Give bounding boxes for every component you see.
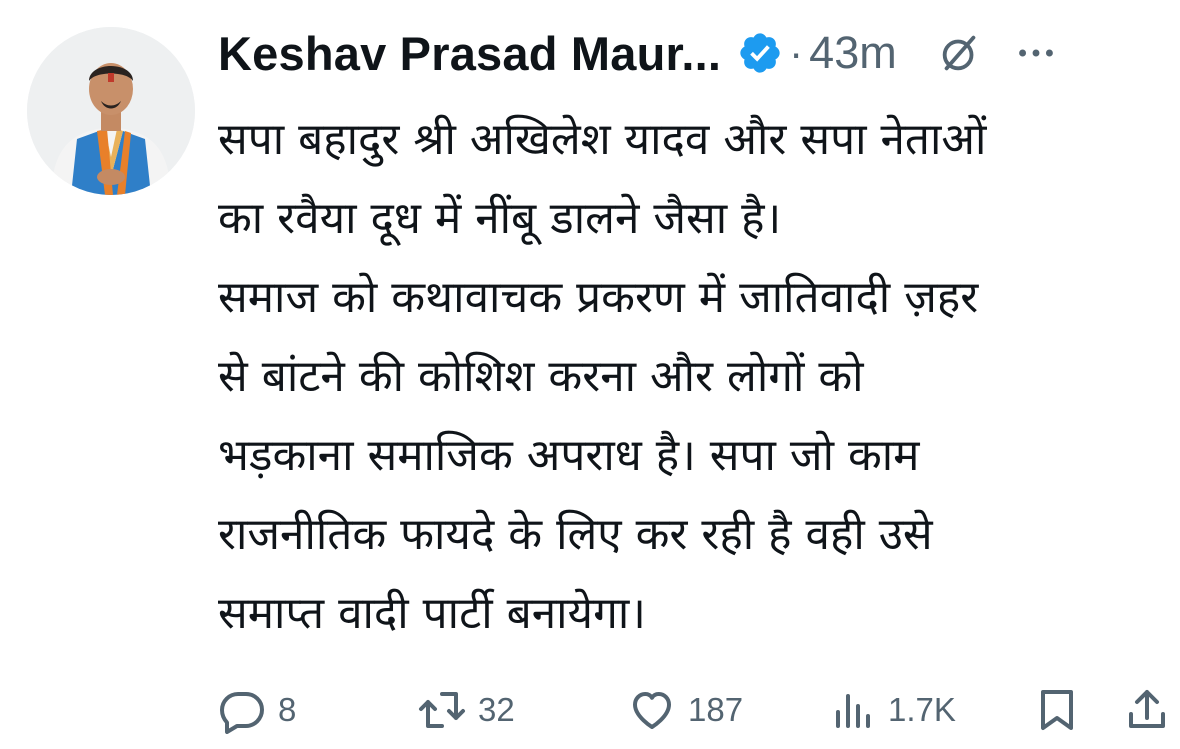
author-display-name[interactable]: Keshav Prasad Maur... xyxy=(218,26,721,81)
post-header: Keshav Prasad Maur... · 43m xyxy=(218,18,1178,88)
verified-badge-icon[interactable] xyxy=(737,30,783,76)
post-text: सपा बहादुर श्री अखिलेश यादव और सपा नेताओ… xyxy=(218,100,1178,653)
views-count: 1.7K xyxy=(888,691,956,728)
post-text-line: समाप्त वादी पार्टी बनायेगा। xyxy=(218,588,646,639)
share-button[interactable] xyxy=(1123,680,1171,740)
repost-icon xyxy=(419,692,465,728)
views-button[interactable]: 1.7K xyxy=(828,680,956,740)
reply-button[interactable]: 8 xyxy=(218,680,296,740)
like-count: 187 xyxy=(688,691,744,728)
reply-count: 8 xyxy=(278,691,297,728)
share-icon xyxy=(1129,690,1165,728)
avatar[interactable] xyxy=(27,27,195,195)
reply-icon xyxy=(220,692,264,734)
heart-icon xyxy=(633,692,671,729)
post-text-line: सपा बहादुर श्री अखिलेश यादव और सपा नेताओ… xyxy=(218,114,987,165)
grok-icon[interactable] xyxy=(937,30,983,76)
post-text-line: भड़काना समाजिक अपराध है। सपा जो काम xyxy=(218,430,920,481)
repost-count: 32 xyxy=(478,691,515,728)
post-text-line: से बांटने की कोशिश करना और लोगों को xyxy=(218,351,864,402)
repost-button[interactable]: 32 xyxy=(418,680,515,740)
post-text-line: का रवैया दूध में नींबू डालने जैसा है। xyxy=(218,193,782,244)
avatar-photo xyxy=(27,27,195,195)
post-action-bar: 8 32 187 1.7K xyxy=(218,680,1178,740)
post-timestamp[interactable]: 43m xyxy=(809,27,897,79)
header-separator: · xyxy=(789,29,804,76)
views-chart-icon xyxy=(836,694,870,728)
post-text-line: समाज को कथावाचक प्रकरण में जातिवादी ज़हर xyxy=(218,272,979,323)
post-text-line: राजनीतिक फायदे के लिए कर रही है वही उसे xyxy=(218,509,933,560)
bookmark-button[interactable] xyxy=(1033,680,1081,740)
bookmark-icon xyxy=(1041,690,1073,730)
like-button[interactable]: 187 xyxy=(628,680,743,740)
more-icon[interactable] xyxy=(1013,30,1059,76)
